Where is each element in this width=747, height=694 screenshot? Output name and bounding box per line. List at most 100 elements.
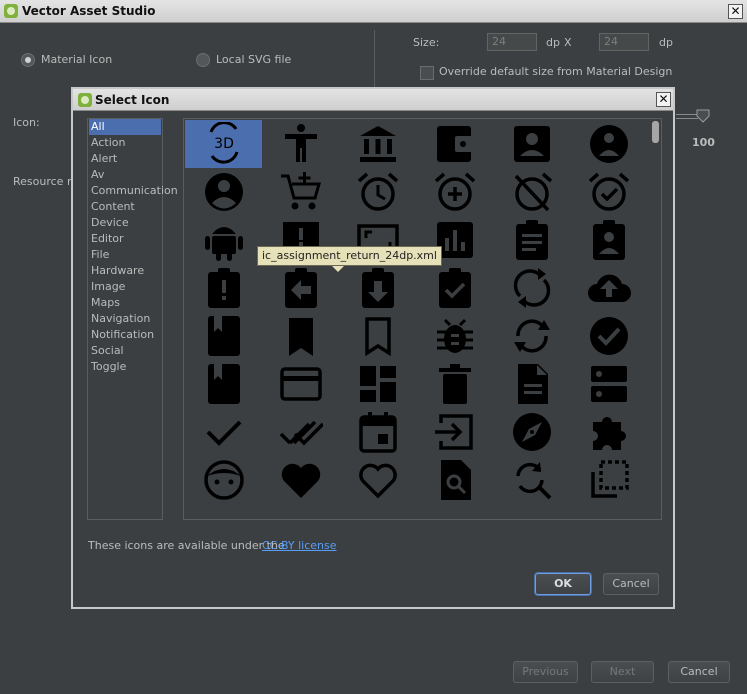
account-box-icon bbox=[513, 126, 550, 162]
category-action[interactable]: Action bbox=[89, 135, 161, 151]
category-alert[interactable]: Alert bbox=[89, 151, 161, 167]
override-size-label: Override default size from Material Desi… bbox=[439, 65, 673, 78]
category-navigation[interactable]: Navigation bbox=[89, 311, 161, 327]
icon-cell-account-balance-wallet[interactable] bbox=[416, 120, 493, 168]
icon-cell-find-replace[interactable] bbox=[493, 456, 570, 504]
icon-cell-backup[interactable] bbox=[570, 264, 647, 312]
icon-cell-favorite-outline[interactable] bbox=[339, 456, 416, 504]
dialog-close-icon[interactable]: ✕ bbox=[656, 92, 671, 107]
icon-cell-description[interactable] bbox=[493, 360, 570, 408]
icon-cell-dns[interactable] bbox=[570, 360, 647, 408]
category-image[interactable]: Image bbox=[89, 279, 161, 295]
category-file[interactable]: File bbox=[89, 247, 161, 263]
icon-cell-credit-card[interactable] bbox=[262, 360, 339, 408]
category-all[interactable]: All bbox=[89, 119, 161, 135]
category-maps[interactable]: Maps bbox=[89, 295, 161, 311]
android-icon bbox=[204, 227, 243, 261]
icon-cell-bug-report[interactable] bbox=[416, 312, 493, 360]
next-button[interactable]: Next bbox=[591, 661, 654, 683]
opacity-slider-thumb[interactable] bbox=[696, 109, 710, 123]
assignment-returned-icon bbox=[361, 268, 394, 308]
icon-grid-scrollbar[interactable] bbox=[650, 119, 661, 519]
local-svg-radio[interactable] bbox=[196, 53, 210, 67]
icon-cell-flip-to-back[interactable] bbox=[570, 456, 647, 504]
icon-cell-done[interactable] bbox=[185, 408, 262, 456]
scrollbar-thumb[interactable] bbox=[652, 121, 659, 143]
category-list: All Action Alert Av Communication Content Devi… bbox=[87, 118, 178, 520]
ok-button[interactable]: OK bbox=[535, 573, 591, 595]
license-link[interactable]: CC-BY license bbox=[262, 539, 337, 552]
material-icon-radio[interactable] bbox=[21, 53, 35, 67]
icon-cell-assignment-returned[interactable] bbox=[339, 264, 416, 312]
category-device[interactable]: Device bbox=[89, 215, 161, 231]
find-in-page-icon bbox=[440, 460, 471, 500]
svg-text:3D: 3D bbox=[214, 136, 234, 152]
icon-cell-class[interactable] bbox=[185, 360, 262, 408]
alarm-off-icon bbox=[514, 172, 552, 212]
category-av[interactable]: Av bbox=[89, 167, 161, 183]
icon-cell-bookmark[interactable] bbox=[262, 312, 339, 360]
icon-cell-autorenew[interactable] bbox=[493, 264, 570, 312]
icon-cell-alarm-add[interactable] bbox=[416, 168, 493, 216]
credit-card-icon bbox=[279, 367, 322, 401]
favorite-icon bbox=[281, 463, 320, 498]
icon-cell-accessibility[interactable] bbox=[262, 120, 339, 168]
icon-cell-cached[interactable] bbox=[493, 312, 570, 360]
assignment-late-icon bbox=[207, 268, 240, 308]
category-editor[interactable]: Editor bbox=[89, 231, 161, 247]
icon-cell-3d-rotation[interactable]: 3D bbox=[185, 120, 262, 168]
assignment-ind-icon bbox=[592, 220, 625, 260]
category-toggle[interactable]: Toggle bbox=[89, 359, 161, 375]
class-icon bbox=[207, 364, 240, 404]
android-studio-icon bbox=[4, 4, 18, 18]
icon-cell-exit-to-app[interactable] bbox=[416, 408, 493, 456]
icon-cell-assignment-late[interactable] bbox=[185, 264, 262, 312]
category-social[interactable]: Social bbox=[89, 343, 161, 359]
dialog-cancel-button[interactable]: Cancel bbox=[603, 573, 659, 595]
dns-icon bbox=[590, 366, 627, 402]
category-hardware[interactable]: Hardware bbox=[89, 263, 161, 279]
icon-cell-book[interactable] bbox=[185, 312, 262, 360]
icon-cell-assignment-return[interactable] bbox=[262, 264, 339, 312]
icon-cell-delete[interactable] bbox=[416, 360, 493, 408]
icon-cell-account-box[interactable] bbox=[493, 120, 570, 168]
bookmark-icon bbox=[288, 318, 313, 356]
category-communication[interactable]: Communication bbox=[89, 183, 178, 199]
icon-cell-bookmark-outline[interactable] bbox=[339, 312, 416, 360]
icon-cell-assignment-turned-in[interactable] bbox=[416, 264, 493, 312]
favorite-outline-icon bbox=[358, 463, 397, 499]
account-child-icon bbox=[589, 125, 628, 163]
icon-cell-explore[interactable] bbox=[493, 408, 570, 456]
explore-icon bbox=[512, 413, 551, 451]
width-field[interactable]: 24 bbox=[487, 33, 537, 51]
icon-cell-favorite[interactable] bbox=[262, 456, 339, 504]
dialog-app-icon bbox=[78, 93, 92, 107]
icon-cell-alarm-on[interactable] bbox=[570, 168, 647, 216]
category-notification[interactable]: Notification bbox=[89, 327, 161, 343]
override-size-checkbox[interactable] bbox=[420, 66, 434, 80]
icon-cell-android[interactable] bbox=[185, 216, 262, 264]
icon-cell-account-child[interactable] bbox=[570, 120, 647, 168]
icon-cell-account-circle[interactable] bbox=[185, 168, 262, 216]
icon-cell-face[interactable] bbox=[185, 456, 262, 504]
icon-cell-check-circle[interactable] bbox=[570, 312, 647, 360]
icon-cell-alarm-off[interactable] bbox=[493, 168, 570, 216]
main-cancel-button[interactable]: Cancel bbox=[668, 661, 730, 683]
main-close-icon[interactable]: ✕ bbox=[728, 4, 743, 19]
icon-cell-done-all[interactable] bbox=[262, 408, 339, 456]
icon-cell-event[interactable] bbox=[339, 408, 416, 456]
icon-cell-assignment[interactable] bbox=[493, 216, 570, 264]
previous-button[interactable]: Previous bbox=[513, 661, 578, 683]
category-content[interactable]: Content bbox=[89, 199, 161, 215]
icon-cell-find-in-page[interactable] bbox=[416, 456, 493, 504]
icon-cell-assignment-ind[interactable] bbox=[570, 216, 647, 264]
size-label: Size: bbox=[413, 36, 440, 49]
icon-cell-dashboard[interactable] bbox=[339, 360, 416, 408]
icon-cell-extension[interactable] bbox=[570, 408, 647, 456]
icon-cell-account-balance[interactable] bbox=[339, 120, 416, 168]
height-field[interactable]: 24 bbox=[599, 33, 649, 51]
icon-cell-alarm[interactable] bbox=[339, 168, 416, 216]
icon-cell-add-shopping-cart[interactable] bbox=[262, 168, 339, 216]
bookmark-outline-icon bbox=[364, 317, 391, 357]
autorenew-icon bbox=[513, 268, 550, 308]
